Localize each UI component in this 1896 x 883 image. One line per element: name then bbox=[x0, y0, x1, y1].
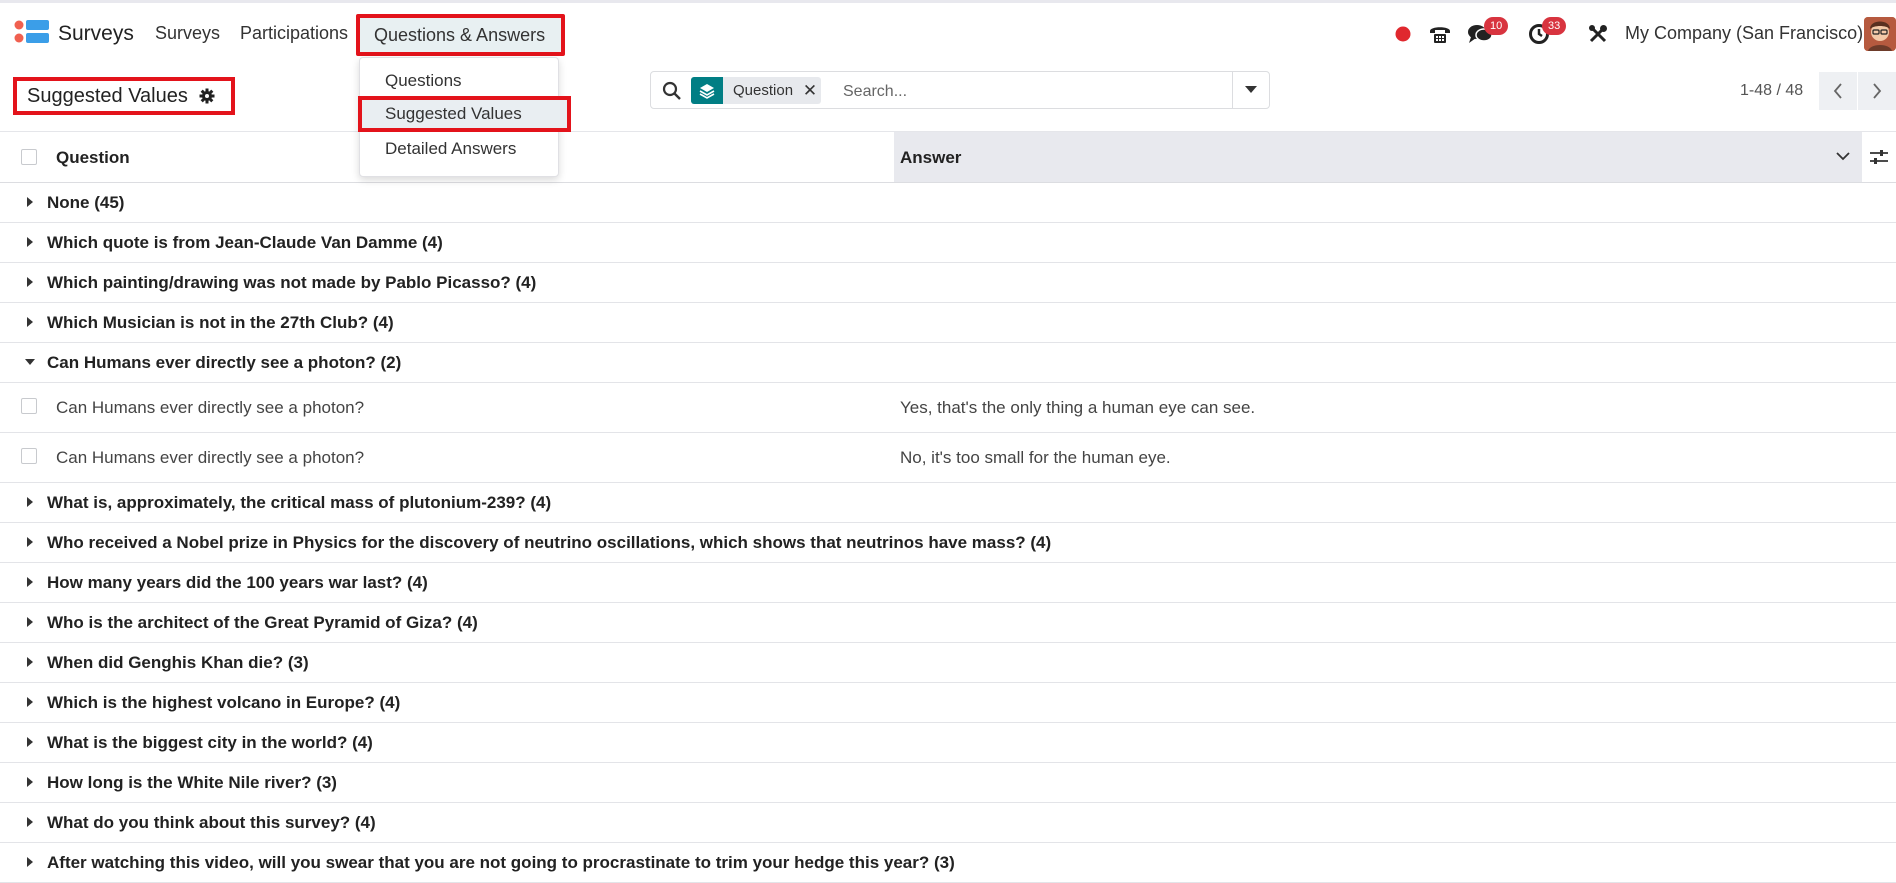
app-title[interactable]: Surveys bbox=[58, 22, 134, 46]
group-row-expanded[interactable]: Can Humans ever directly see a photon? (… bbox=[0, 343, 1896, 383]
facet-label: Question bbox=[733, 82, 794, 99]
company-switcher[interactable]: My Company (San Francisco) bbox=[1625, 23, 1863, 44]
pager-previous-button[interactable] bbox=[1819, 72, 1857, 110]
messages-icon[interactable]: 10 bbox=[1466, 17, 1509, 47]
search-options-toggle[interactable] bbox=[1232, 72, 1269, 108]
answer-cell[interactable]: Yes, that's the only thing a human eye c… bbox=[900, 398, 1255, 418]
row-checkbox[interactable] bbox=[21, 398, 37, 414]
caret-right-icon bbox=[27, 737, 33, 747]
main-navbar: Surveys Surveys Participations Questions… bbox=[0, 3, 1896, 63]
group-row[interactable]: What is, approximately, the critical mas… bbox=[0, 483, 1896, 523]
menu-participations[interactable]: Participations bbox=[240, 23, 348, 44]
group-label: How many years did the 100 years war las… bbox=[47, 573, 428, 592]
caret-right-icon bbox=[27, 317, 33, 327]
group-label: Which Musician is not in the 27th Club? … bbox=[47, 313, 394, 332]
row-checkbox[interactable] bbox=[21, 448, 37, 464]
group-row[interactable]: After watching this video, will you swea… bbox=[0, 843, 1896, 883]
pager-value[interactable]: 1-48 / 48 bbox=[1740, 82, 1803, 100]
chevron-right-icon bbox=[1873, 83, 1882, 99]
group-row[interactable]: How long is the White Nile river? (3) bbox=[0, 763, 1896, 803]
table-row[interactable]: Can Humans ever directly see a photon? N… bbox=[0, 433, 1896, 483]
activities-clock-icon[interactable]: 33 bbox=[1526, 17, 1567, 47]
answer-cell[interactable]: No, it's too small for the human eye. bbox=[900, 448, 1171, 468]
caret-right-icon bbox=[27, 277, 33, 287]
list-body: None (45) Which quote is from Jean-Claud… bbox=[0, 183, 1896, 883]
group-label: Which quote is from Jean-Claude Van Damm… bbox=[47, 233, 443, 252]
group-label: Can Humans ever directly see a photon? (… bbox=[47, 353, 402, 372]
chevron-down-icon[interactable] bbox=[1836, 151, 1850, 161]
caret-down-icon bbox=[25, 359, 35, 365]
search-icon[interactable] bbox=[662, 81, 682, 101]
user-avatar[interactable] bbox=[1864, 17, 1896, 51]
group-row[interactable]: When did Genghis Khan die? (3) bbox=[0, 643, 1896, 683]
caret-right-icon bbox=[27, 197, 33, 207]
column-header-answer[interactable]: Answer bbox=[900, 148, 961, 168]
layers-icon bbox=[691, 77, 723, 104]
group-row[interactable]: Which Musician is not in the 27th Club? … bbox=[0, 303, 1896, 343]
group-row[interactable]: How many years did the 100 years war las… bbox=[0, 563, 1896, 603]
list-header: Question Answer bbox=[0, 131, 1896, 183]
optional-columns-icon[interactable] bbox=[1869, 148, 1889, 166]
caret-right-icon bbox=[27, 497, 33, 507]
select-all-checkbox[interactable] bbox=[21, 149, 37, 165]
facet-remove-icon[interactable]: ✕ bbox=[799, 77, 821, 104]
menu-questions-answers[interactable]: Questions & Answers bbox=[356, 14, 566, 56]
phone-icon[interactable] bbox=[1426, 21, 1454, 47]
gear-icon[interactable] bbox=[199, 88, 215, 104]
question-cell[interactable]: Can Humans ever directly see a photon? bbox=[56, 398, 364, 418]
column-header-question[interactable]: Question bbox=[56, 148, 130, 168]
group-row[interactable]: Who received a Nobel prize in Physics fo… bbox=[0, 523, 1896, 563]
caret-right-icon bbox=[27, 857, 33, 867]
caret-right-icon bbox=[27, 237, 33, 247]
page-title: Suggested Values bbox=[27, 85, 188, 107]
caret-right-icon bbox=[27, 777, 33, 787]
search-bar: Question ✕ bbox=[650, 71, 1270, 109]
group-label: Who is the architect of the Great Pyrami… bbox=[47, 613, 478, 632]
group-label: How long is the White Nile river? (3) bbox=[47, 773, 337, 792]
group-row[interactable]: None (45) bbox=[0, 183, 1896, 223]
pager-next-button[interactable] bbox=[1858, 72, 1896, 110]
group-label: When did Genghis Khan die? (3) bbox=[47, 653, 309, 672]
search-input[interactable] bbox=[841, 78, 1215, 106]
group-label: What is the biggest city in the world? (… bbox=[47, 733, 373, 752]
group-row[interactable]: Which is the highest volcano in Europe? … bbox=[0, 683, 1896, 723]
caret-right-icon bbox=[27, 817, 33, 827]
caret-right-icon bbox=[27, 617, 33, 627]
caret-right-icon bbox=[27, 577, 33, 587]
questions-answers-dropdown: Questions Suggested Values Detailed Answ… bbox=[358, 57, 571, 177]
caret-right-icon bbox=[27, 657, 33, 667]
group-label: What is, approximately, the critical mas… bbox=[47, 493, 552, 512]
question-cell[interactable]: Can Humans ever directly see a photon? bbox=[56, 448, 364, 468]
breadcrumb: Suggested Values bbox=[13, 77, 236, 115]
caret-right-icon bbox=[27, 697, 33, 707]
menu-item-questions[interactable]: Questions bbox=[385, 71, 462, 91]
answer-column-header-bg bbox=[894, 132, 1862, 182]
group-label: Which is the highest volcano in Europe? … bbox=[47, 693, 401, 712]
group-row[interactable]: Who is the architect of the Great Pyrami… bbox=[0, 603, 1896, 643]
group-row[interactable]: Which painting/drawing was not made by P… bbox=[0, 263, 1896, 303]
chevron-left-icon bbox=[1833, 83, 1842, 99]
group-label: What do you think about this survey? (4) bbox=[47, 813, 376, 832]
group-label: After watching this video, will you swea… bbox=[47, 853, 955, 872]
caret-right-icon bbox=[27, 537, 33, 547]
group-label: Who received a Nobel prize in Physics fo… bbox=[47, 533, 1052, 552]
surveys-app-logo-icon[interactable] bbox=[14, 19, 50, 47]
recording-dot-icon[interactable] bbox=[1393, 21, 1413, 47]
caret-down-icon bbox=[1245, 86, 1257, 93]
group-row[interactable]: Which quote is from Jean-Claude Van Damm… bbox=[0, 223, 1896, 263]
messages-badge: 10 bbox=[1484, 17, 1509, 35]
activities-badge: 33 bbox=[1542, 17, 1567, 35]
menu-item-suggested-values[interactable]: Suggested Values bbox=[358, 96, 571, 132]
menu-surveys[interactable]: Surveys bbox=[155, 23, 220, 44]
group-row[interactable]: What do you think about this survey? (4) bbox=[0, 803, 1896, 843]
debug-tools-icon[interactable] bbox=[1586, 21, 1610, 47]
table-row[interactable]: Can Humans ever directly see a photon? Y… bbox=[0, 383, 1896, 433]
group-label: None (45) bbox=[47, 193, 125, 212]
menu-item-detailed-answers[interactable]: Detailed Answers bbox=[385, 139, 516, 159]
group-by-facet: Question ✕ bbox=[691, 77, 822, 104]
group-label: Which painting/drawing was not made by P… bbox=[47, 273, 537, 292]
group-row[interactable]: What is the biggest city in the world? (… bbox=[0, 723, 1896, 763]
